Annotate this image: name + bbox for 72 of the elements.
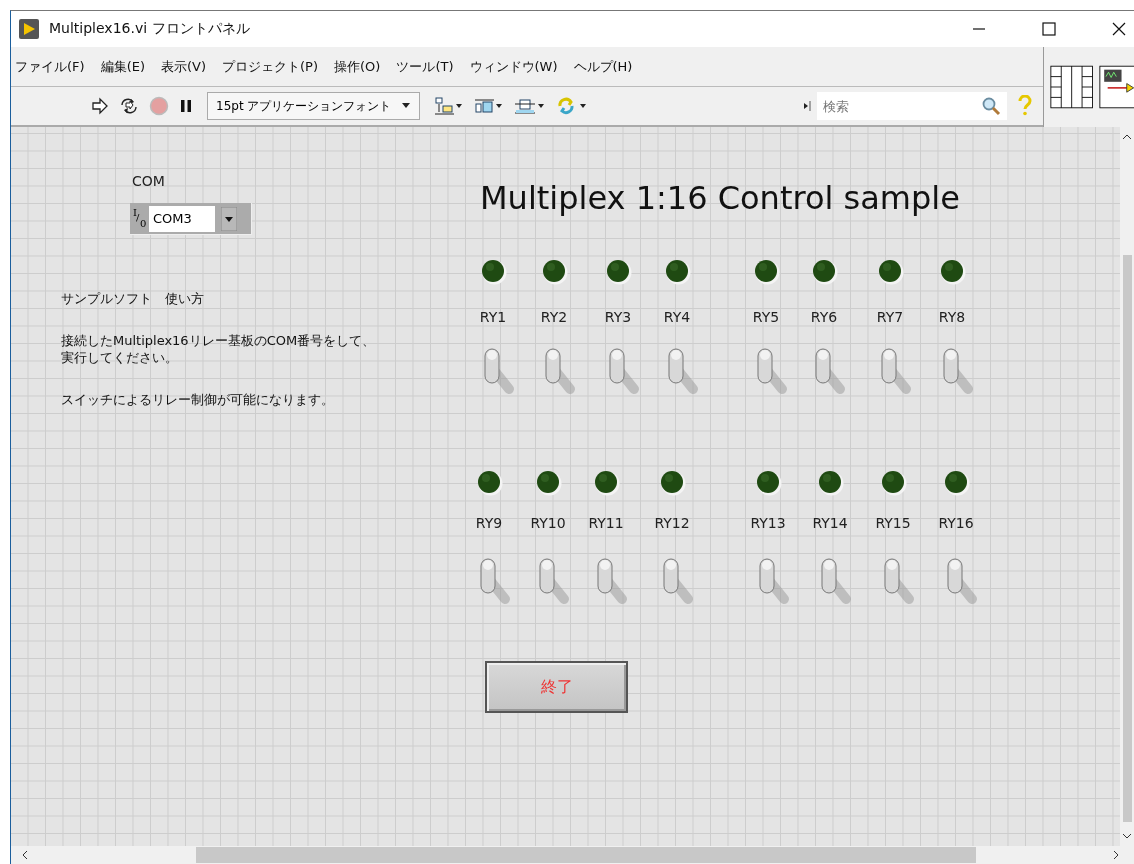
toggle-switch[interactable] xyxy=(665,345,699,395)
distribute-icon[interactable] xyxy=(474,96,505,116)
scroll-right-icon[interactable] xyxy=(1112,850,1120,860)
font-dropdown[interactable]: 15pt アプリケーションフォント xyxy=(207,92,421,120)
toggle-switch[interactable] xyxy=(660,555,694,605)
reorder-icon[interactable] xyxy=(556,96,589,116)
menu-item[interactable]: 操作(O) xyxy=(332,55,383,78)
dropdown-arrow-icon[interactable] xyxy=(221,206,237,231)
relay-label: RY1 xyxy=(478,309,508,325)
relay-label: RY7 xyxy=(875,309,905,325)
relay-label: RY13 xyxy=(749,515,787,531)
help-icon[interactable] xyxy=(1017,95,1033,117)
menu-item[interactable]: ウィンドウ(W) xyxy=(467,55,560,78)
align-icon[interactable] xyxy=(434,96,465,116)
toggle-switch[interactable] xyxy=(944,555,978,605)
relay-label: RY8 xyxy=(937,309,967,325)
menu-item[interactable]: ファイル(F) xyxy=(13,55,87,78)
toggle-switch[interactable] xyxy=(812,345,846,395)
relay-label: RY11 xyxy=(587,515,625,531)
toggle-switch[interactable] xyxy=(818,555,852,605)
menu-item[interactable]: プロジェクト(P) xyxy=(220,55,320,78)
relay-label: RY10 xyxy=(529,515,567,531)
expand-arrow-icon[interactable] xyxy=(803,100,811,112)
instruction-text: 実行してください。 xyxy=(61,349,178,367)
menu-item[interactable]: 編集(E) xyxy=(98,55,147,78)
maximize-icon[interactable] xyxy=(1042,22,1056,36)
toggle-switch[interactable] xyxy=(594,555,628,605)
relay-label: RY14 xyxy=(811,515,849,531)
run-continuously-icon[interactable] xyxy=(119,97,139,115)
scroll-up-icon[interactable] xyxy=(1122,133,1132,141)
toggle-switch[interactable] xyxy=(878,345,912,395)
window-title: Multiplex16.vi フロントパネル xyxy=(49,20,250,38)
relay-label: RY2 xyxy=(539,309,569,325)
search-icon[interactable] xyxy=(981,96,1001,116)
com-label: COM xyxy=(132,173,165,189)
relay-label: RY12 xyxy=(653,515,691,531)
relay-label: RY9 xyxy=(474,515,504,531)
menu-item[interactable]: ヘルプ(H) xyxy=(571,55,635,78)
run-arrow-icon[interactable] xyxy=(91,97,109,115)
instruction-text: サンプルソフト 使い方 xyxy=(61,291,204,308)
close-icon[interactable] xyxy=(1112,22,1126,36)
toggle-switch[interactable] xyxy=(940,345,974,395)
scroll-down-icon[interactable] xyxy=(1122,832,1132,840)
toggle-switch[interactable] xyxy=(756,555,790,605)
relay-label: RY6 xyxy=(809,309,839,325)
relay-label: RY15 xyxy=(874,515,912,531)
search-field[interactable]: 検索 xyxy=(817,92,1007,120)
pause-icon[interactable] xyxy=(179,98,193,114)
relay-label: RY5 xyxy=(751,309,781,325)
dropdown-arrow-icon[interactable] xyxy=(401,103,412,109)
toggle-switch[interactable] xyxy=(606,345,640,395)
app-icon xyxy=(19,19,39,39)
instruction-text: 接続したMultiplex16リレー基板のCOM番号をして、 xyxy=(61,332,376,350)
relay-label: RY4 xyxy=(662,309,692,325)
instruction-text: スイッチによるリレー制御が可能になります。 xyxy=(61,391,334,409)
toggle-switch[interactable] xyxy=(481,345,515,395)
relay-label: RY16 xyxy=(937,515,975,531)
panel-title: Multiplex 1:16 Control sample xyxy=(480,179,960,217)
horizontal-scrollbar-thumb[interactable] xyxy=(196,847,976,863)
toggle-switch[interactable] xyxy=(536,555,570,605)
abort-icon[interactable] xyxy=(149,96,169,116)
toggle-switch[interactable] xyxy=(754,345,788,395)
resize-icon[interactable] xyxy=(514,96,547,116)
toggle-switch[interactable] xyxy=(477,555,511,605)
toggle-switch[interactable] xyxy=(881,555,915,605)
com-port-selector[interactable]: I/0 COM3 xyxy=(130,203,252,235)
toggle-switch[interactable] xyxy=(542,345,576,395)
scroll-left-icon[interactable] xyxy=(21,850,29,860)
menu-item[interactable]: 表示(V) xyxy=(159,55,209,78)
relay-label: RY3 xyxy=(603,309,633,325)
vertical-scrollbar-thumb[interactable] xyxy=(1122,255,1132,822)
menu-item[interactable]: ツール(T) xyxy=(394,55,456,78)
